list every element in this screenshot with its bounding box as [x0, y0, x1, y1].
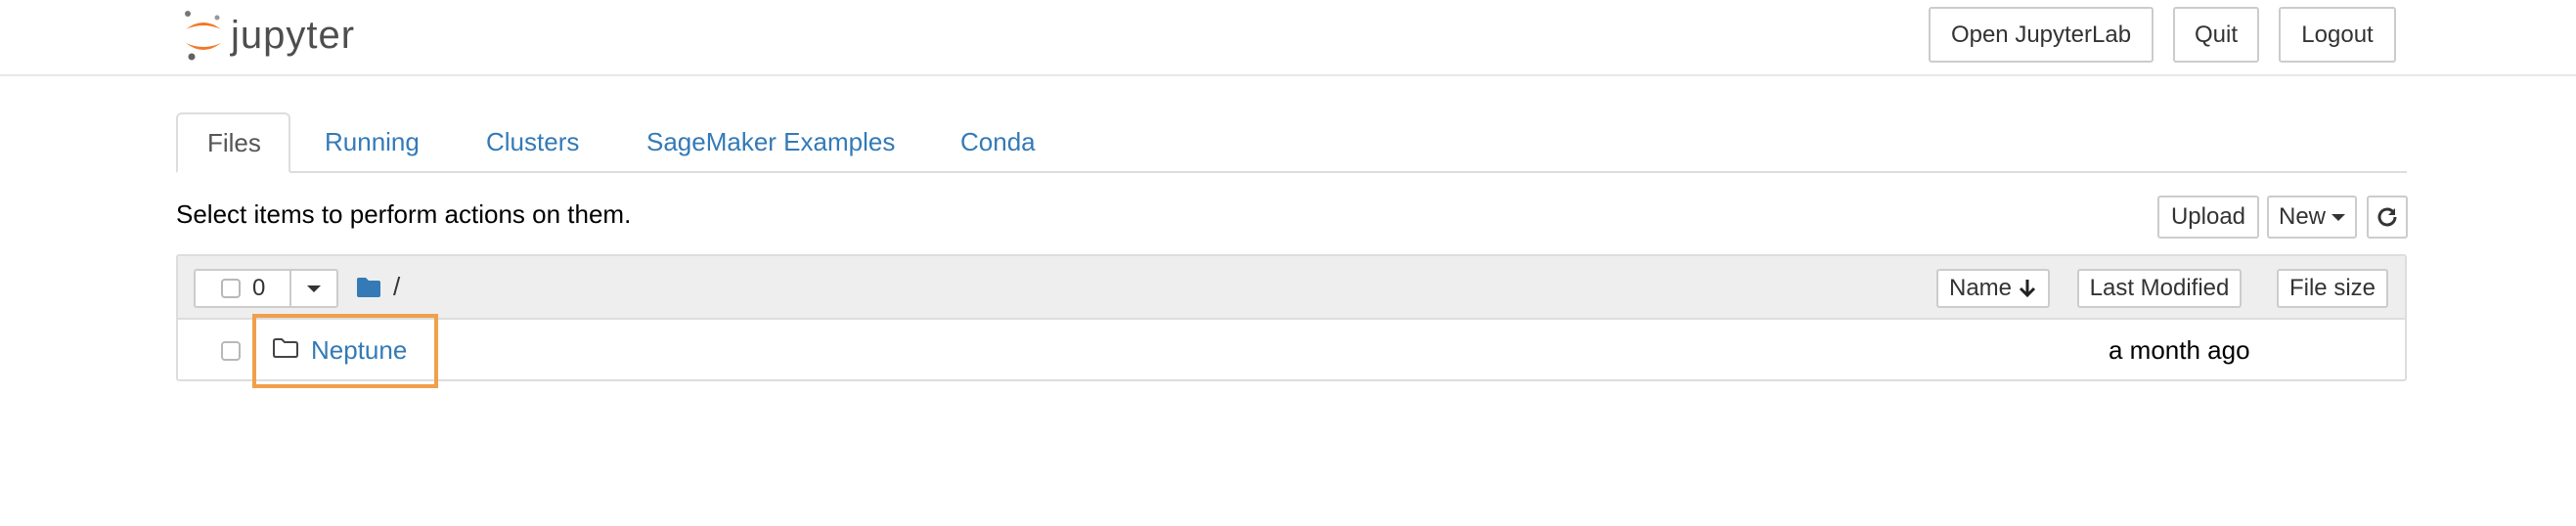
jupyter-logo[interactable]: jupyter [182, 6, 355, 65]
breadcrumb-root[interactable]: / [393, 272, 400, 302]
select-all-checkbox[interactable] [221, 279, 241, 298]
tab-running[interactable]: Running [325, 112, 491, 171]
logout-button[interactable]: Logout [2279, 7, 2396, 63]
caret-down-icon [307, 285, 321, 292]
tab-sagemaker-examples[interactable]: SageMaker Examples [646, 112, 895, 171]
sort-last-modified-button[interactable]: Last Modified [2077, 269, 2242, 308]
arrow-down-icon [2019, 280, 2036, 298]
quit-button[interactable]: Quit [2173, 7, 2259, 63]
sort-name-button[interactable]: Name [1936, 269, 2050, 308]
select-all-control[interactable]: 0 [194, 269, 291, 308]
item-name-link[interactable]: Neptune [311, 335, 407, 366]
list-header: 0 / Name Last Modified File size [178, 256, 2405, 320]
header-bar: jupyter Open JupyterLab Quit Logout [0, 0, 2576, 76]
tab-files[interactable]: Files [176, 112, 290, 173]
file-list: 0 / Name Last Modified File size Neptune [176, 254, 2407, 388]
breadcrumb: / [356, 272, 400, 302]
folder-outline-icon [273, 338, 298, 358]
jupyter-logo-icon [185, 11, 221, 61]
tab-conda[interactable]: Conda [960, 112, 1036, 171]
item-checkbox[interactable] [221, 341, 241, 361]
sort-file-size-button[interactable]: File size [2277, 269, 2388, 308]
new-dropdown-button[interactable]: New [2267, 196, 2357, 239]
item-modified: a month ago [2109, 335, 2250, 365]
selected-count: 0 [252, 275, 266, 301]
instructions-text: Select items to perform actions on them. [176, 199, 632, 229]
folder-icon[interactable] [356, 277, 381, 298]
open-jupyterlab-button[interactable]: Open JupyterLab [1929, 7, 2154, 63]
refresh-button[interactable] [2367, 196, 2408, 239]
tab-bar: Files Running Clusters SageMaker Example… [176, 112, 2407, 173]
caret-down-icon [2332, 213, 2345, 221]
tab-clusters[interactable]: Clusters [486, 112, 579, 171]
logo-text: jupyter [231, 13, 356, 57]
sort-name-label: Name [1948, 275, 2013, 301]
select-dropdown-button[interactable] [289, 269, 338, 308]
refresh-icon [2377, 207, 2397, 227]
list-item[interactable]: Neptune a month ago [178, 314, 2405, 388]
upload-button[interactable]: Upload [2157, 196, 2259, 239]
new-label: New [2278, 203, 2326, 230]
